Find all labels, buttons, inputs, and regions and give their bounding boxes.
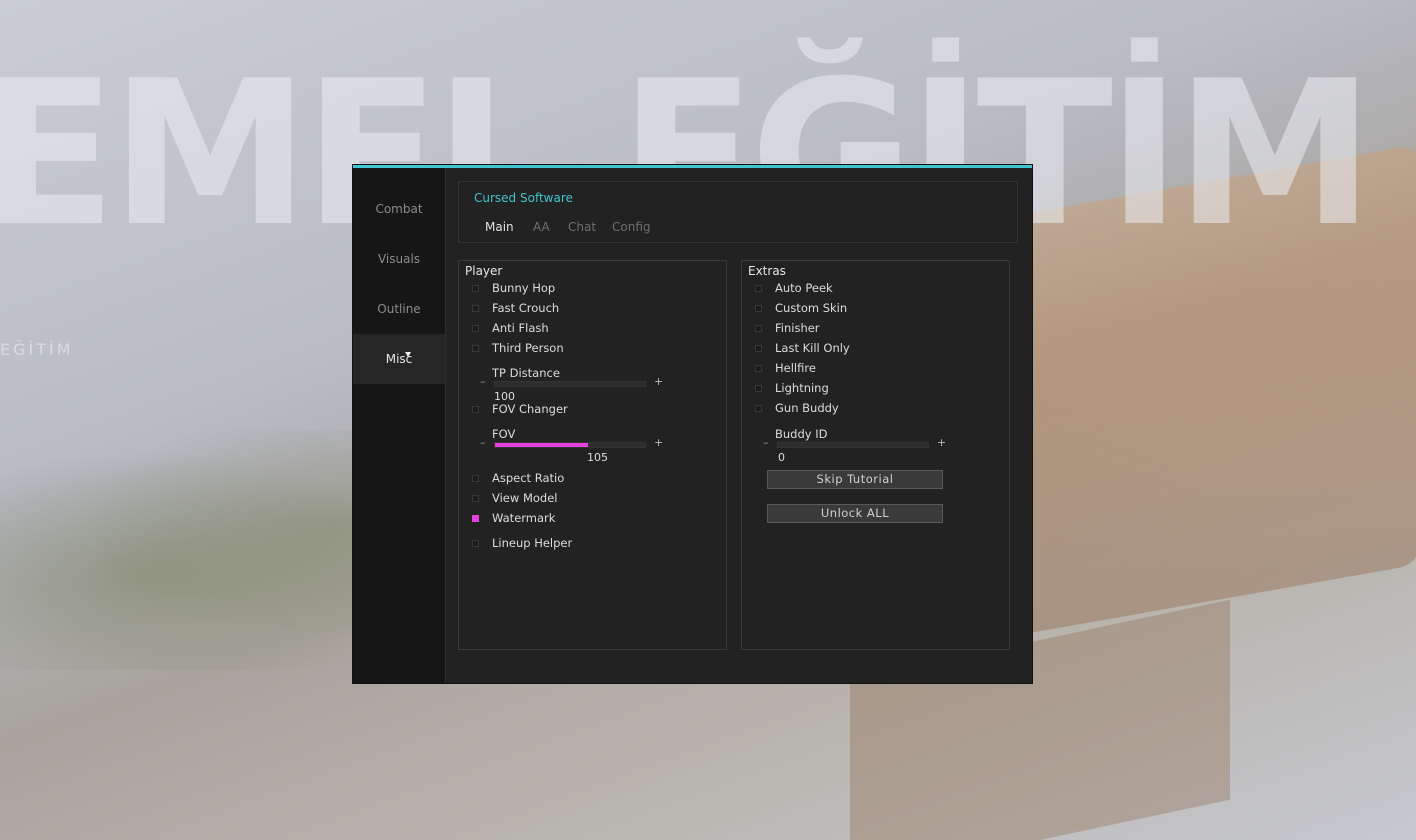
lineup-helper-label: Lineup Helper: [492, 536, 573, 550]
buddy-id-value: 0: [778, 451, 785, 464]
view-model-label: View Model: [492, 491, 558, 505]
lightning-label: Lightning: [775, 381, 829, 395]
tab-chat[interactable]: Chat: [568, 220, 596, 234]
auto-peek-checkbox[interactable]: [755, 285, 762, 292]
gun-buddy-label: Gun Buddy: [775, 401, 839, 415]
anti-flash-checkbox[interactable]: [472, 325, 479, 332]
buddy-id-decrement[interactable]: –: [763, 436, 769, 449]
player-panel: Player Bunny Hop Fast Crouch Anti Flash …: [458, 260, 727, 650]
sidebar-item-outline[interactable]: Outline: [353, 284, 445, 334]
buddy-id-label: Buddy ID: [775, 427, 828, 441]
watermark-label: Watermark: [492, 511, 556, 525]
fov-slider[interactable]: FOV – + 105: [459, 427, 719, 467]
fov-changer-checkbox[interactable]: [472, 406, 479, 413]
tab-aa[interactable]: AA: [533, 220, 550, 234]
cheat-menu-window[interactable]: Combat Visuals Outline Misc Cursed Softw…: [352, 164, 1033, 684]
tp-distance-decrement[interactable]: –: [480, 375, 486, 388]
anti-flash-toggle[interactable]: Anti Flash: [459, 321, 719, 337]
brand-title: Cursed Software: [474, 191, 573, 205]
custom-skin-checkbox[interactable]: [755, 305, 762, 312]
fov-track[interactable]: [494, 442, 646, 448]
last-kill-only-label: Last Kill Only: [775, 341, 850, 355]
buddy-id-slider[interactable]: Buddy ID – + 0: [742, 427, 1002, 467]
sidebar-item-combat[interactable]: Combat: [353, 184, 445, 234]
player-panel-title: Player: [465, 264, 503, 278]
bunny-hop-label: Bunny Hop: [492, 281, 556, 295]
custom-skin-label: Custom Skin: [775, 301, 848, 315]
watermark-toggle[interactable]: Watermark: [459, 511, 719, 527]
extras-panel: Extras Auto Peek Custom Skin Finisher La…: [741, 260, 1010, 650]
hellfire-checkbox[interactable]: [755, 365, 762, 372]
gun-buddy-toggle[interactable]: Gun Buddy: [742, 401, 1002, 417]
fast-crouch-checkbox[interactable]: [472, 305, 479, 312]
lightning-toggle[interactable]: Lightning: [742, 381, 1002, 397]
third-person-label: Third Person: [492, 341, 564, 355]
extras-panel-title: Extras: [748, 264, 786, 278]
tab-main[interactable]: Main: [485, 220, 514, 234]
bunny-hop-checkbox[interactable]: [472, 285, 479, 292]
finisher-label: Finisher: [775, 321, 820, 335]
sidebar-item-visuals[interactable]: Visuals: [353, 234, 445, 284]
fov-increment[interactable]: +: [654, 436, 663, 449]
background-subtitle-text: EĞİTİM: [0, 340, 74, 359]
third-person-checkbox[interactable]: [472, 345, 479, 352]
header: Cursed Software Main AA Chat Config: [458, 181, 1018, 243]
finisher-checkbox[interactable]: [755, 325, 762, 332]
tp-distance-increment[interactable]: +: [654, 375, 663, 388]
buddy-id-increment[interactable]: +: [937, 436, 946, 449]
sidebar-item-misc[interactable]: Misc: [353, 334, 445, 384]
bunny-hop-toggle[interactable]: Bunny Hop: [459, 281, 719, 297]
lightning-checkbox[interactable]: [755, 385, 762, 392]
tp-distance-track[interactable]: [494, 381, 646, 387]
lineup-helper-toggle[interactable]: Lineup Helper: [459, 536, 719, 552]
fov-fill: [495, 443, 588, 447]
skip-tutorial-button[interactable]: Skip Tutorial: [767, 470, 943, 489]
sidebar: Combat Visuals Outline Misc: [353, 168, 446, 683]
buddy-id-track[interactable]: [777, 442, 929, 448]
aspect-ratio-label: Aspect Ratio: [492, 471, 565, 485]
tp-distance-slider[interactable]: TP Distance – + 100: [459, 366, 719, 406]
anti-flash-label: Anti Flash: [492, 321, 549, 335]
aspect-ratio-toggle[interactable]: Aspect Ratio: [459, 471, 719, 487]
fov-changer-toggle[interactable]: FOV Changer: [459, 402, 719, 418]
window-accent-bar: [353, 165, 1032, 168]
view-model-toggle[interactable]: View Model: [459, 491, 719, 507]
finisher-toggle[interactable]: Finisher: [742, 321, 1002, 337]
last-kill-only-toggle[interactable]: Last Kill Only: [742, 341, 1002, 357]
fov-value: 105: [587, 451, 608, 464]
fov-decrement[interactable]: –: [480, 436, 486, 449]
fast-crouch-toggle[interactable]: Fast Crouch: [459, 301, 719, 317]
hellfire-label: Hellfire: [775, 361, 816, 375]
lineup-helper-checkbox[interactable]: [472, 540, 479, 547]
custom-skin-toggle[interactable]: Custom Skin: [742, 301, 1002, 317]
watermark-checkbox[interactable]: [472, 515, 479, 522]
hellfire-toggle[interactable]: Hellfire: [742, 361, 1002, 377]
tab-config[interactable]: Config: [612, 220, 651, 234]
fast-crouch-label: Fast Crouch: [492, 301, 560, 315]
third-person-toggle[interactable]: Third Person: [459, 341, 719, 357]
tp-distance-label: TP Distance: [492, 366, 560, 380]
gun-buddy-checkbox[interactable]: [755, 405, 762, 412]
view-model-checkbox[interactable]: [472, 495, 479, 502]
fov-label: FOV: [492, 427, 516, 441]
mouse-cursor-icon: [405, 352, 411, 357]
unlock-all-button[interactable]: Unlock ALL: [767, 504, 943, 523]
aspect-ratio-checkbox[interactable]: [472, 475, 479, 482]
last-kill-only-checkbox[interactable]: [755, 345, 762, 352]
fov-changer-label: FOV Changer: [492, 402, 568, 416]
auto-peek-toggle[interactable]: Auto Peek: [742, 281, 1002, 297]
auto-peek-label: Auto Peek: [775, 281, 833, 295]
